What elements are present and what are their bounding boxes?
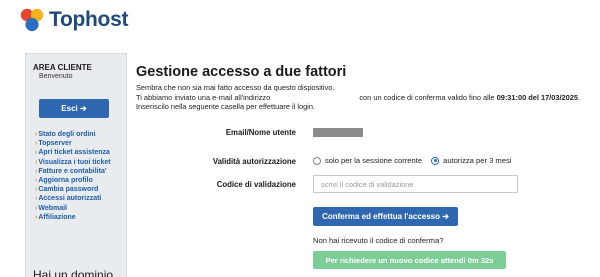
- sidebar-title: AREA CLIENTE: [33, 63, 92, 72]
- validity-radio-group: solo per la sessione corrente autorizza …: [313, 156, 520, 165]
- sidebar-menu: ›Stato degli ordini ›Topserver ›Apri tic…: [35, 130, 111, 222]
- sidebar-item-label: Affiliazione: [38, 213, 76, 221]
- expiry-time: 09:31:00 del 17/03/2025: [496, 92, 578, 102]
- intro-line-1: Sembra che non sia mai fatto accesso da …: [136, 83, 335, 92]
- sidebar-item-change-password[interactable]: ›Cambia password: [35, 185, 111, 194]
- sidebar-item-label: Accessi autorizzati: [38, 195, 102, 203]
- welcome-text: Benvenuto: [39, 73, 73, 80]
- sidebar-item-invoices[interactable]: ›Fatture e contabilita': [35, 167, 111, 176]
- sidebar-item-label: Stato degli ordini: [38, 131, 96, 138]
- chevron-right-icon: ›: [35, 149, 38, 157]
- chevron-right-icon: ›: [35, 195, 38, 203]
- radio-three-months-label[interactable]: autorizza per 3 mesi: [443, 156, 511, 165]
- radio-three-months[interactable]: [431, 156, 440, 165]
- intro-line-2: Ti abbiamo inviato una e-mail all'indiri…: [136, 92, 581, 102]
- intro-line-3: Inseriscilo nella seguente casella per e…: [136, 102, 315, 112]
- intro-text: Sembra che non sia mai fatto accesso da …: [136, 83, 596, 112]
- chevron-right-icon: ›: [35, 140, 38, 148]
- sidebar-item-label: Topserver: [38, 140, 72, 148]
- sidebar-item-label: Fatture e contabilita': [38, 167, 107, 175]
- chevron-right-icon: ›: [35, 167, 38, 175]
- sidebar-item-authorized-access[interactable]: ›Accessi autorizzati: [35, 194, 111, 203]
- sidebar-item-order-status[interactable]: ›Stato degli ordini: [35, 130, 111, 139]
- chevron-right-icon: ›: [35, 186, 38, 194]
- radio-session-only[interactable]: [313, 156, 321, 165]
- chevron-right-icon: ›: [35, 176, 38, 184]
- brand-name: Tophost: [49, 8, 129, 31]
- sidebar-item-label: Webmail: [38, 204, 67, 212]
- email-label: Email/Nome utente: [225, 128, 296, 137]
- sidebar-item-update-profile[interactable]: ›Aggiorna profilo: [35, 176, 111, 185]
- no-code-text: Non hai ricevuto il codice di conferma?: [313, 236, 444, 245]
- intro-line-2-start: Ti abbiamo inviato una e-mail all'indiri…: [136, 92, 271, 102]
- sidebar-item-label: Aggiorna profilo: [38, 176, 93, 184]
- chevron-right-icon: ›: [35, 158, 38, 166]
- tophost-logo[interactable]: Tophost: [20, 6, 128, 34]
- radio-session-only-label[interactable]: solo per la sessione corrente: [325, 156, 422, 165]
- sidebar-item-topserver[interactable]: ›Topserver: [35, 139, 111, 148]
- redacted-username: [313, 128, 363, 137]
- sidebar-item-label: Visualizza i tuoi ticket: [38, 158, 111, 166]
- redacted-email: [272, 93, 358, 102]
- sidebar-item-webmail[interactable]: ›Webmail: [35, 204, 111, 213]
- chevron-right-icon: ›: [35, 213, 38, 221]
- sidebar-item-affiliation[interactable]: ›Affiliazione: [35, 213, 111, 222]
- intro-line-2-end: con un codice di conferma valido fino al…: [359, 92, 495, 102]
- validation-code-input[interactable]: [313, 175, 518, 193]
- sidebar-item-label: Cambia password: [38, 186, 99, 194]
- sidebar-item-label: Apri ticket assistenza: [38, 149, 110, 157]
- two-factor-panel: Gestione accesso a due fattori Sembra ch…: [136, 0, 600, 277]
- sidebar-item-view-tickets[interactable]: ›Visualizza i tuoi ticket: [35, 158, 111, 167]
- logout-button[interactable]: Esci ➔: [39, 99, 109, 118]
- chevron-right-icon: ›: [35, 204, 38, 212]
- chevron-right-icon: ›: [35, 131, 38, 138]
- domain-promo-heading: Hai un dominio: [33, 268, 114, 277]
- client-area-sidebar: AREA CLIENTE Benvenuto Esci ➔ ›Stato deg…: [25, 53, 127, 277]
- confirm-login-button[interactable]: Conferma ed effettua l'accesso ➔: [313, 207, 458, 226]
- page-title: Gestione accesso a due fattori: [136, 64, 347, 80]
- sidebar-item-open-ticket[interactable]: ›Apri ticket assistenza: [35, 148, 111, 157]
- validity-label: Validità autorizzazione: [212, 157, 296, 166]
- resend-code-button[interactable]: Per richiedere un nuovo codice attendi 0…: [313, 251, 506, 269]
- tophost-logo-icon: [20, 8, 44, 32]
- code-label: Codice di validazione: [216, 180, 296, 189]
